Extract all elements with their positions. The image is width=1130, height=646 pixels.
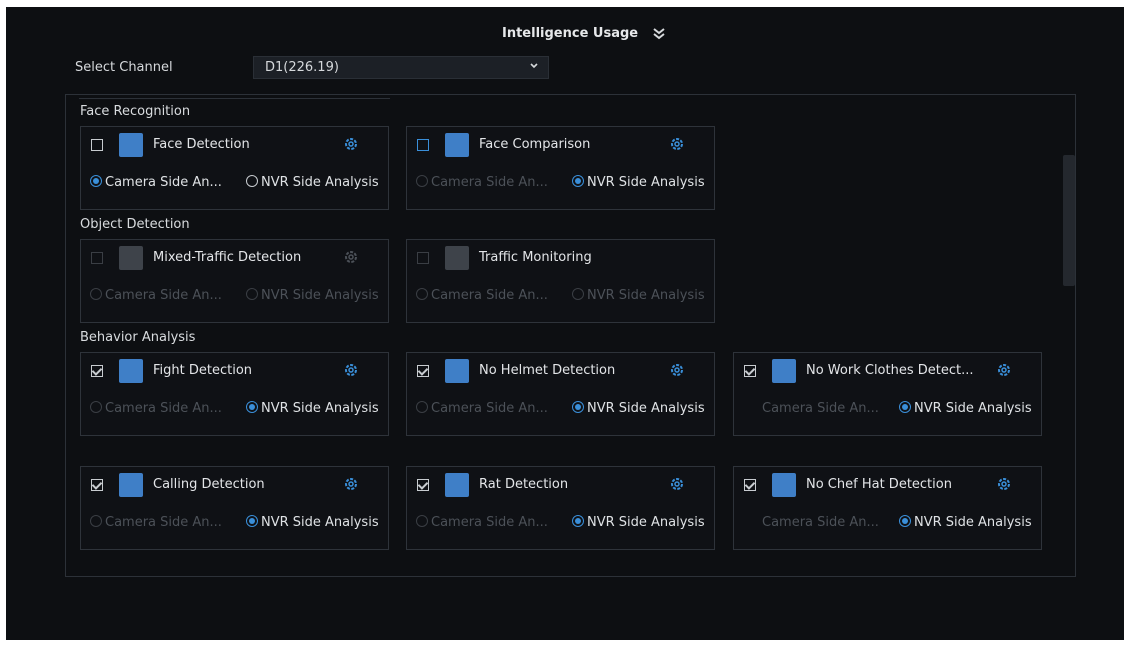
card-no-work-clothes-detection: No Work Clothes Detect... Camera Side An… [733, 352, 1042, 436]
radio-icon [572, 401, 584, 413]
face-comparison-icon [445, 133, 469, 157]
radio-icon [90, 401, 102, 413]
radio-icon [416, 175, 428, 187]
checkbox[interactable] [417, 479, 429, 491]
radio-icon [246, 401, 258, 413]
radio-icon [90, 175, 102, 187]
card-title: No Work Clothes Detect... [806, 363, 974, 378]
radio-icon [899, 401, 911, 413]
card-face-comparison: Face Comparison Camera Side An... NVR Si… [406, 126, 715, 210]
nvr-side-option: NVR Side Analysis [572, 288, 705, 303]
card-no-helmet-detection: No Helmet Detection Camera Side An... NV… [406, 352, 715, 436]
helmet-icon [445, 359, 469, 383]
select-channel-label: Select Channel [75, 60, 173, 75]
nvr-side-option[interactable]: NVR Side Analysis [246, 175, 379, 190]
gear-icon [345, 251, 357, 263]
calling-icon [119, 473, 143, 497]
camera-side-option: Camera Side An... [416, 401, 548, 416]
radio-icon [90, 288, 102, 300]
nvr-side-option: NVR Side Analysis [246, 288, 379, 303]
card-face-detection: Face Detection Camera Side An... NVR Sid… [80, 126, 389, 210]
channel-select[interactable]: D1(226.19) [253, 56, 549, 79]
camera-side-option: Camera Side An... [416, 175, 548, 190]
camera-side-option: Camera Side An... [416, 288, 548, 303]
scrollbar[interactable] [1063, 155, 1075, 286]
section-object-detection: Object Detection [80, 217, 190, 232]
section-face-recognition: Face Recognition [80, 104, 191, 119]
gear-icon[interactable] [669, 362, 685, 378]
camera-side-option[interactable]: Camera Side An... [90, 175, 222, 190]
radio-icon [572, 175, 584, 187]
card-title: Fight Detection [153, 363, 253, 378]
checkbox[interactable] [417, 139, 429, 151]
card-fight-detection: Fight Detection Camera Side An... NVR Si… [80, 352, 389, 436]
gear-icon[interactable] [669, 476, 685, 492]
work-clothes-icon [772, 359, 796, 383]
card-title: Mixed-Traffic Detection [153, 250, 302, 265]
checkbox[interactable] [91, 365, 103, 377]
radio-icon [416, 515, 428, 527]
camera-side-option: Camera Side An... [90, 401, 222, 416]
checkbox [91, 252, 103, 264]
camera-side-option: Camera Side An... [762, 515, 879, 530]
radio-icon [246, 288, 258, 300]
card-title: Calling Detection [153, 477, 265, 492]
camera-side-option: Camera Side An... [762, 401, 879, 416]
traffic-monitoring-icon [445, 246, 469, 270]
checkbox [417, 252, 429, 264]
card-title: No Chef Hat Detection [806, 477, 952, 492]
card-calling-detection: Calling Detection Camera Side An... NVR … [80, 466, 389, 550]
nvr-side-option[interactable]: NVR Side Analysis [572, 175, 705, 190]
checkbox[interactable] [744, 479, 756, 491]
gear-icon[interactable] [343, 136, 359, 152]
nvr-side-option[interactable]: NVR Side Analysis [246, 401, 379, 416]
camera-side-option: Camera Side An... [90, 288, 222, 303]
card-rat-detection: Rat Detection Camera Side An... NVR Side… [406, 466, 715, 550]
gear-icon[interactable] [343, 362, 359, 378]
nvr-side-option[interactable]: NVR Side Analysis [572, 515, 705, 530]
camera-side-option: Camera Side An... [90, 515, 222, 530]
nvr-side-option[interactable]: NVR Side Analysis [246, 515, 379, 530]
radio-icon [899, 515, 911, 527]
checkbox[interactable] [91, 479, 103, 491]
camera-side-option: Camera Side An... [416, 515, 548, 530]
radio-icon [572, 288, 584, 300]
gear-icon[interactable] [996, 476, 1012, 492]
card-title: Face Detection [153, 137, 250, 152]
card-title: No Helmet Detection [479, 363, 616, 378]
checkbox[interactable] [91, 139, 103, 151]
rat-icon [445, 473, 469, 497]
radio-icon [416, 288, 428, 300]
chevron-down-icon [530, 63, 538, 69]
card-title: Face Comparison [479, 137, 591, 152]
face-detection-icon [119, 133, 143, 157]
checkbox[interactable] [744, 365, 756, 377]
mixed-traffic-icon [119, 246, 143, 270]
card-mixed-traffic-detection: Mixed-Traffic Detection Camera Side An..… [80, 239, 389, 323]
gear-icon[interactable] [996, 362, 1012, 378]
channel-select-value: D1(226.19) [265, 60, 339, 75]
section-behavior-analysis: Behavior Analysis [80, 330, 196, 345]
radio-icon [90, 515, 102, 527]
card-traffic-monitoring: Traffic Monitoring Camera Side An... NVR… [406, 239, 715, 323]
card-title: Rat Detection [479, 477, 569, 492]
page-title: Intelligence Usage [502, 26, 639, 41]
radio-icon [416, 401, 428, 413]
nvr-side-option[interactable]: NVR Side Analysis [899, 401, 1032, 416]
card-no-chef-hat-detection: No Chef Hat Detection Camera Side An... … [733, 466, 1042, 550]
gear-icon[interactable] [343, 476, 359, 492]
card-title: Traffic Monitoring [479, 250, 592, 265]
divider [79, 98, 390, 99]
radio-icon [246, 515, 258, 527]
radio-icon [572, 515, 584, 527]
checkbox[interactable] [417, 365, 429, 377]
nvr-side-option[interactable]: NVR Side Analysis [572, 401, 705, 416]
chef-hat-icon [772, 473, 796, 497]
radio-icon [246, 175, 258, 187]
double-chevron-down-icon[interactable] [651, 26, 667, 40]
nvr-side-option[interactable]: NVR Side Analysis [899, 515, 1032, 530]
gear-icon[interactable] [669, 136, 685, 152]
fight-detection-icon [119, 359, 143, 383]
